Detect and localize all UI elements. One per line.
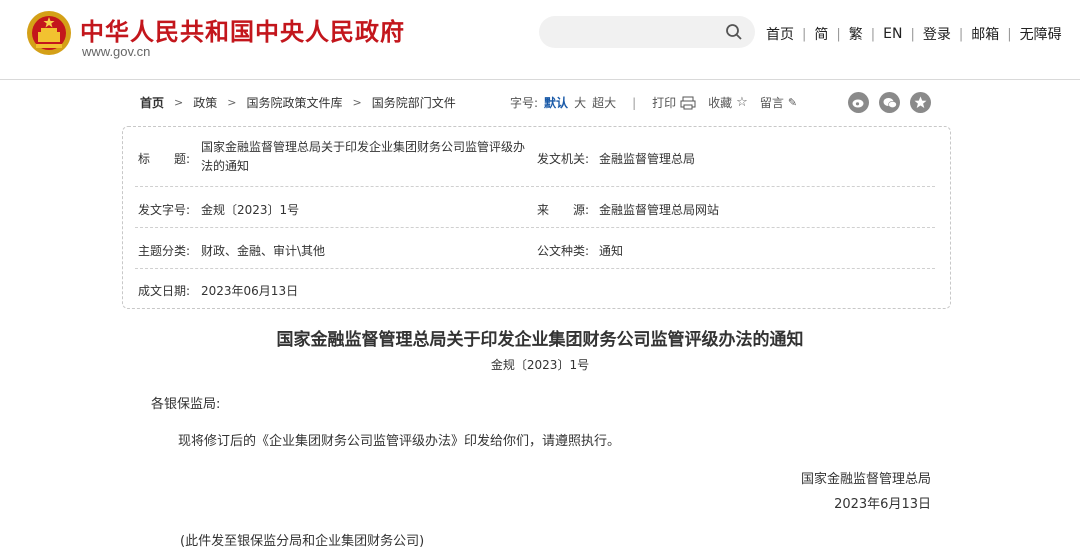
info-row-docno: 发文字号: 金规〔2023〕1号 来 源: 金融监督管理总局网站	[135, 187, 935, 228]
nav-divider: |	[958, 26, 964, 42]
font-size-default[interactable]: 默认	[544, 94, 568, 111]
nav-accessibility[interactable]: 无障碍	[1020, 24, 1062, 44]
site-domain: www.gov.cn	[82, 44, 151, 59]
nav-traditional[interactable]: 繁	[849, 24, 863, 44]
signature-date: 2023年6月13日	[834, 497, 931, 512]
topic-value: 财政、金融、审计\其他	[201, 244, 326, 258]
nav-mail[interactable]: 邮箱	[971, 24, 999, 44]
signature: 国家金融监督管理总局	[800, 472, 931, 487]
breadcrumb-policy-library[interactable]: 国务院政策文件库	[246, 94, 342, 111]
chevron-right-icon: >	[174, 96, 184, 109]
nav-login[interactable]: 登录	[923, 24, 951, 44]
body-paragraph: 现将修订后的《企业集团财务公司监管评级办法》印发给你们，请遵照执行。	[178, 434, 621, 449]
info-row-date: 成文日期: 2023年06月13日	[135, 269, 935, 301]
search-icon[interactable]	[725, 23, 743, 41]
comment-button[interactable]: 留言	[760, 94, 784, 111]
printer-icon[interactable]	[680, 96, 696, 110]
nav-divider: |	[870, 26, 876, 42]
distribution-note: (此件发至银保监分局和企业集团财务公司)	[180, 534, 425, 549]
weibo-icon[interactable]	[848, 92, 869, 113]
share-bar	[848, 92, 931, 113]
type-value: 通知	[599, 244, 624, 258]
wechat-icon[interactable]	[879, 92, 900, 113]
nav-divider: |	[1007, 26, 1012, 42]
national-emblem-icon[interactable]	[26, 10, 72, 56]
document-title: 国家金融监督管理总局关于印发企业集团财务公司监管评级办法的通知	[276, 330, 804, 350]
chevron-right-icon: >	[227, 96, 237, 109]
top-nav: 首页 | 简 | 繁 | EN | 登录 | 邮箱 | 无障碍	[766, 24, 1062, 44]
chevron-right-icon: >	[352, 96, 362, 109]
nav-english[interactable]: EN	[883, 26, 902, 42]
info-row-title: 标 题: 国家金融监督管理总局关于印发企业集团财务公司监管评级办法的通知 发文机…	[135, 135, 935, 187]
nav-divider: |	[836, 26, 841, 42]
breadcrumb-policy[interactable]: 政策	[193, 94, 217, 111]
breadcrumb: 首页 > 政策 > 国务院政策文件库 > 国务院部门文件	[140, 94, 456, 111]
breadcrumb-department-docs[interactable]: 国务院部门文件	[372, 94, 456, 111]
star-icon[interactable]: ☆	[736, 95, 748, 110]
date-value: 2023年06月13日	[201, 284, 299, 298]
favorite-button[interactable]: 收藏	[708, 94, 732, 111]
doc-no-label: 发文字号:	[138, 203, 191, 217]
print-button[interactable]: 打印	[652, 94, 676, 111]
source-value: 金融监督管理总局网站	[599, 203, 720, 217]
issuer-value: 金融监督管理总局	[599, 152, 696, 166]
document-info-table: 标 题: 国家金融监督管理总局关于印发企业集团财务公司监管评级办法的通知 发文机…	[122, 126, 951, 309]
issuer-label: 发文机关:	[537, 152, 590, 166]
nav-home[interactable]: 首页	[766, 24, 794, 44]
font-size-xlarge[interactable]: 超大	[592, 94, 616, 111]
site-header: 中华人民共和国中央人民政府 www.gov.cn 首页 | 简 | 繁 | EN | 登…	[0, 0, 1080, 80]
date-label: 成文日期:	[138, 284, 191, 298]
nav-divider: |	[910, 26, 915, 42]
topic-label: 主题分类:	[138, 244, 191, 258]
nav-divider: |	[802, 26, 807, 42]
source-label: 来 源:	[537, 203, 590, 217]
document-number: 金规〔2023〕1号	[490, 358, 590, 372]
title-value: 国家金融监督管理总局关于印发企业集团财务公司监管评级办法的通知	[201, 140, 526, 173]
title-label: 标 题:	[138, 152, 191, 166]
search-input[interactable]	[539, 16, 755, 48]
doc-no-value: 金规〔2023〕1号	[201, 203, 300, 217]
salutation: 各银保监局:	[151, 397, 221, 412]
pencil-icon[interactable]: ✎	[788, 96, 797, 109]
breadcrumb-home[interactable]: 首页	[140, 94, 164, 111]
type-label: 公文种类:	[537, 244, 590, 258]
page-tools: 字号: 默认 大 超大 | 打印 收藏 ☆ 留言 ✎	[510, 94, 797, 111]
qzone-icon[interactable]	[910, 92, 931, 113]
site-name[interactable]: 中华人民共和国中央人民政府	[80, 12, 405, 47]
font-size-large[interactable]: 大	[574, 94, 586, 111]
font-size-label: 字号:	[510, 96, 539, 110]
tools-divider: |	[632, 95, 637, 110]
info-row-topic: 主题分类: 财政、金融、审计\其他 公文种类: 通知	[135, 228, 935, 269]
nav-simplified[interactable]: 简	[814, 24, 828, 44]
